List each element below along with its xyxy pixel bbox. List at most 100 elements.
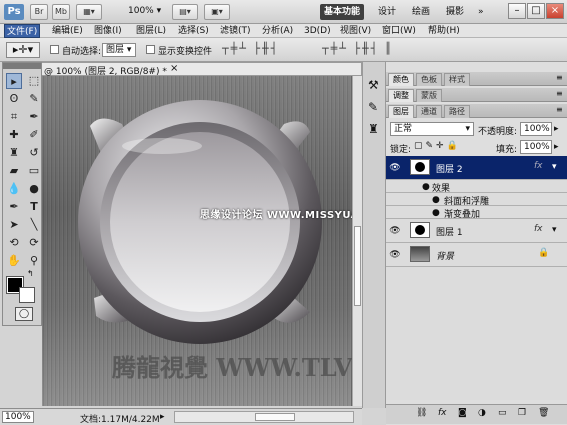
layer-row-layer2[interactable]: 👁 图层 2 fx ▾	[386, 156, 567, 180]
add-mask-icon[interactable]: ◙	[458, 408, 467, 418]
3d-orbit-icon[interactable]: ⟳	[26, 235, 42, 251]
effects-eye-icon[interactable]: ●	[422, 182, 430, 192]
menu-help[interactable]: 帮助(H)	[426, 24, 462, 38]
zoom-level-dropdown[interactable]: 100% ▾	[128, 6, 161, 16]
healing-brush-icon[interactable]: ✚	[6, 127, 22, 143]
layer-name[interactable]: 背景	[436, 249, 454, 262]
layer-name[interactable]: 图层 1	[436, 225, 463, 238]
menu-window[interactable]: 窗口(W)	[380, 24, 418, 38]
menu-layer[interactable]: 图层(L)	[134, 24, 168, 38]
menu-3d[interactable]: 3D(D)	[302, 24, 333, 38]
brush-tool-icon[interactable]: ✐	[26, 127, 42, 143]
tab-paths[interactable]: 路径	[444, 105, 470, 118]
status-zoom-field[interactable]: 100%	[2, 411, 34, 423]
vertical-scroll-thumb[interactable]	[354, 226, 361, 306]
close-button[interactable]: ×	[546, 3, 564, 19]
menu-select[interactable]: 选择(S)	[176, 24, 211, 38]
dodge-tool-icon[interactable]: ●	[26, 181, 42, 197]
shape-tool-icon[interactable]: ╲	[26, 217, 42, 233]
opacity-input[interactable]: 100%	[520, 122, 552, 136]
eyedropper-tool-icon[interactable]: ✒	[26, 109, 42, 125]
collapse-effects-icon[interactable]: ▾	[552, 162, 557, 172]
type-tool-icon[interactable]: T	[26, 199, 42, 215]
marquee-tool-icon[interactable]: ⬚	[26, 73, 42, 89]
horizontal-scroll-thumb[interactable]	[255, 413, 295, 421]
blur-tool-icon[interactable]: 💧	[6, 181, 22, 197]
effect-gradient-overlay-row[interactable]: ● 渐变叠加	[386, 206, 567, 220]
tool-preset-picker[interactable]: ▸✛▾	[6, 42, 40, 58]
visibility-eye-icon[interactable]: 👁	[389, 225, 401, 237]
hand-tool-icon[interactable]: ✋	[6, 253, 22, 269]
pen-tool-icon[interactable]: ✒	[6, 199, 22, 215]
move-tool-icon[interactable]: ▸	[6, 73, 22, 89]
document-canvas[interactable]: 思缘设计论坛 WWW.MISSYUAN.COM 腾龍視覺 WWW.TLVI.NE…	[42, 76, 430, 406]
menu-edit[interactable]: 编辑(E)	[50, 24, 85, 38]
mini-bridge-button[interactable]: Mb	[52, 4, 70, 20]
workspace-photography[interactable]: 摄影	[446, 4, 464, 20]
show-transform-checkbox[interactable]	[146, 45, 155, 55]
workspace-more-button[interactable]: »	[478, 4, 484, 20]
fill-arrow-icon[interactable]: ▸	[554, 142, 559, 152]
panel-menu-icon[interactable]: ≡	[556, 89, 563, 98]
visibility-eye-icon[interactable]: 👁	[389, 249, 401, 261]
document-tab[interactable]: @ 100% (图层 2, RGB/8#) * ×	[42, 62, 362, 77]
opacity-arrow-icon[interactable]: ▸	[554, 124, 559, 134]
gradient-tool-icon[interactable]: ▭	[26, 163, 42, 179]
link-layers-icon[interactable]: ⛓	[416, 408, 427, 418]
tool-presets-icon[interactable]: ⚒	[368, 78, 379, 92]
auto-select-checkbox[interactable]	[50, 45, 59, 55]
auto-select-target-select[interactable]: 图层 ▾	[102, 43, 136, 57]
add-layer-style-icon[interactable]: fx	[438, 408, 447, 418]
layer-name[interactable]: 图层 2	[436, 162, 463, 175]
new-group-icon[interactable]: ▭	[498, 408, 507, 418]
lock-options-icons[interactable]: ▢✎✛🔒	[414, 141, 461, 151]
tab-channels[interactable]: 通道	[416, 105, 442, 118]
workspace-painting[interactable]: 绘画	[412, 4, 430, 20]
menu-analysis[interactable]: 分析(A)	[260, 24, 295, 38]
crop-tool-icon[interactable]: ⌗	[6, 109, 22, 125]
brushes-icon[interactable]: ✎	[368, 100, 378, 114]
bevel-eye-icon[interactable]: ●	[432, 195, 440, 205]
layer-row-layer1[interactable]: 👁 图层 1 fx ▾	[386, 219, 567, 243]
clone-stamp-icon[interactable]: ♜	[6, 145, 22, 161]
effects-group-row[interactable]: ● 效果	[386, 180, 567, 194]
swap-colors-icon[interactable]: ↰	[27, 269, 34, 278]
status-menu-arrow-icon[interactable]: ▸	[160, 412, 165, 422]
align-buttons[interactable]: ┬╪┴ ├╫┤	[222, 42, 314, 58]
arrange-documents-button[interactable]: ▤▾	[172, 4, 198, 20]
quick-mask-icon[interactable]: ◯	[15, 307, 33, 321]
horizontal-scrollbar[interactable]	[174, 411, 354, 423]
workspace-design[interactable]: 设计	[378, 4, 396, 20]
panel-menu-icon[interactable]: ≡	[556, 73, 563, 82]
document-tab-close-icon[interactable]: ×	[170, 63, 178, 74]
vertical-scrollbar[interactable]	[352, 76, 362, 406]
bridge-button[interactable]: Br	[30, 4, 48, 20]
tab-styles[interactable]: 样式	[444, 73, 470, 86]
tab-masks[interactable]: 蒙版	[416, 89, 442, 102]
menu-file[interactable]: 文件(F)	[4, 24, 41, 38]
layer-fx-icon[interactable]: fx	[534, 224, 543, 234]
background-color-swatch[interactable]	[19, 287, 35, 303]
maximize-button[interactable]: □	[527, 3, 545, 19]
tab-swatches[interactable]: 色板	[416, 73, 442, 86]
menu-filter[interactable]: 滤镜(T)	[218, 24, 253, 38]
new-layer-icon[interactable]: ❐	[518, 408, 526, 418]
fill-input[interactable]: 100%	[520, 140, 552, 154]
lasso-tool-icon[interactable]: ʘ	[6, 91, 22, 107]
clone-source-icon[interactable]: ♜	[368, 122, 379, 136]
menu-image[interactable]: 图像(I)	[92, 24, 124, 38]
gradient-overlay-eye-icon[interactable]: ●	[432, 208, 440, 218]
distribute-buttons[interactable]: ┬╪┴ ├╫┤ ║	[322, 42, 452, 58]
path-select-icon[interactable]: ➤	[6, 217, 22, 233]
layer-fx-icon[interactable]: fx	[534, 161, 543, 171]
view-extras-button[interactable]: ▦▾	[76, 4, 102, 20]
layer-row-background[interactable]: 👁 背景 🔒	[386, 243, 567, 267]
screen-mode-button[interactable]: ▣▾	[204, 4, 230, 20]
effect-bevel-row[interactable]: ● 斜面和浮雕	[386, 193, 567, 207]
zoom-tool-icon[interactable]: ⚲	[26, 253, 42, 269]
tab-layers[interactable]: 图层	[388, 105, 414, 118]
delete-layer-icon[interactable]: 🗑	[538, 408, 549, 418]
3d-rotate-icon[interactable]: ⟲	[6, 235, 22, 251]
tab-adjustments[interactable]: 调整	[388, 89, 414, 102]
visibility-eye-icon[interactable]: 👁	[389, 162, 401, 174]
